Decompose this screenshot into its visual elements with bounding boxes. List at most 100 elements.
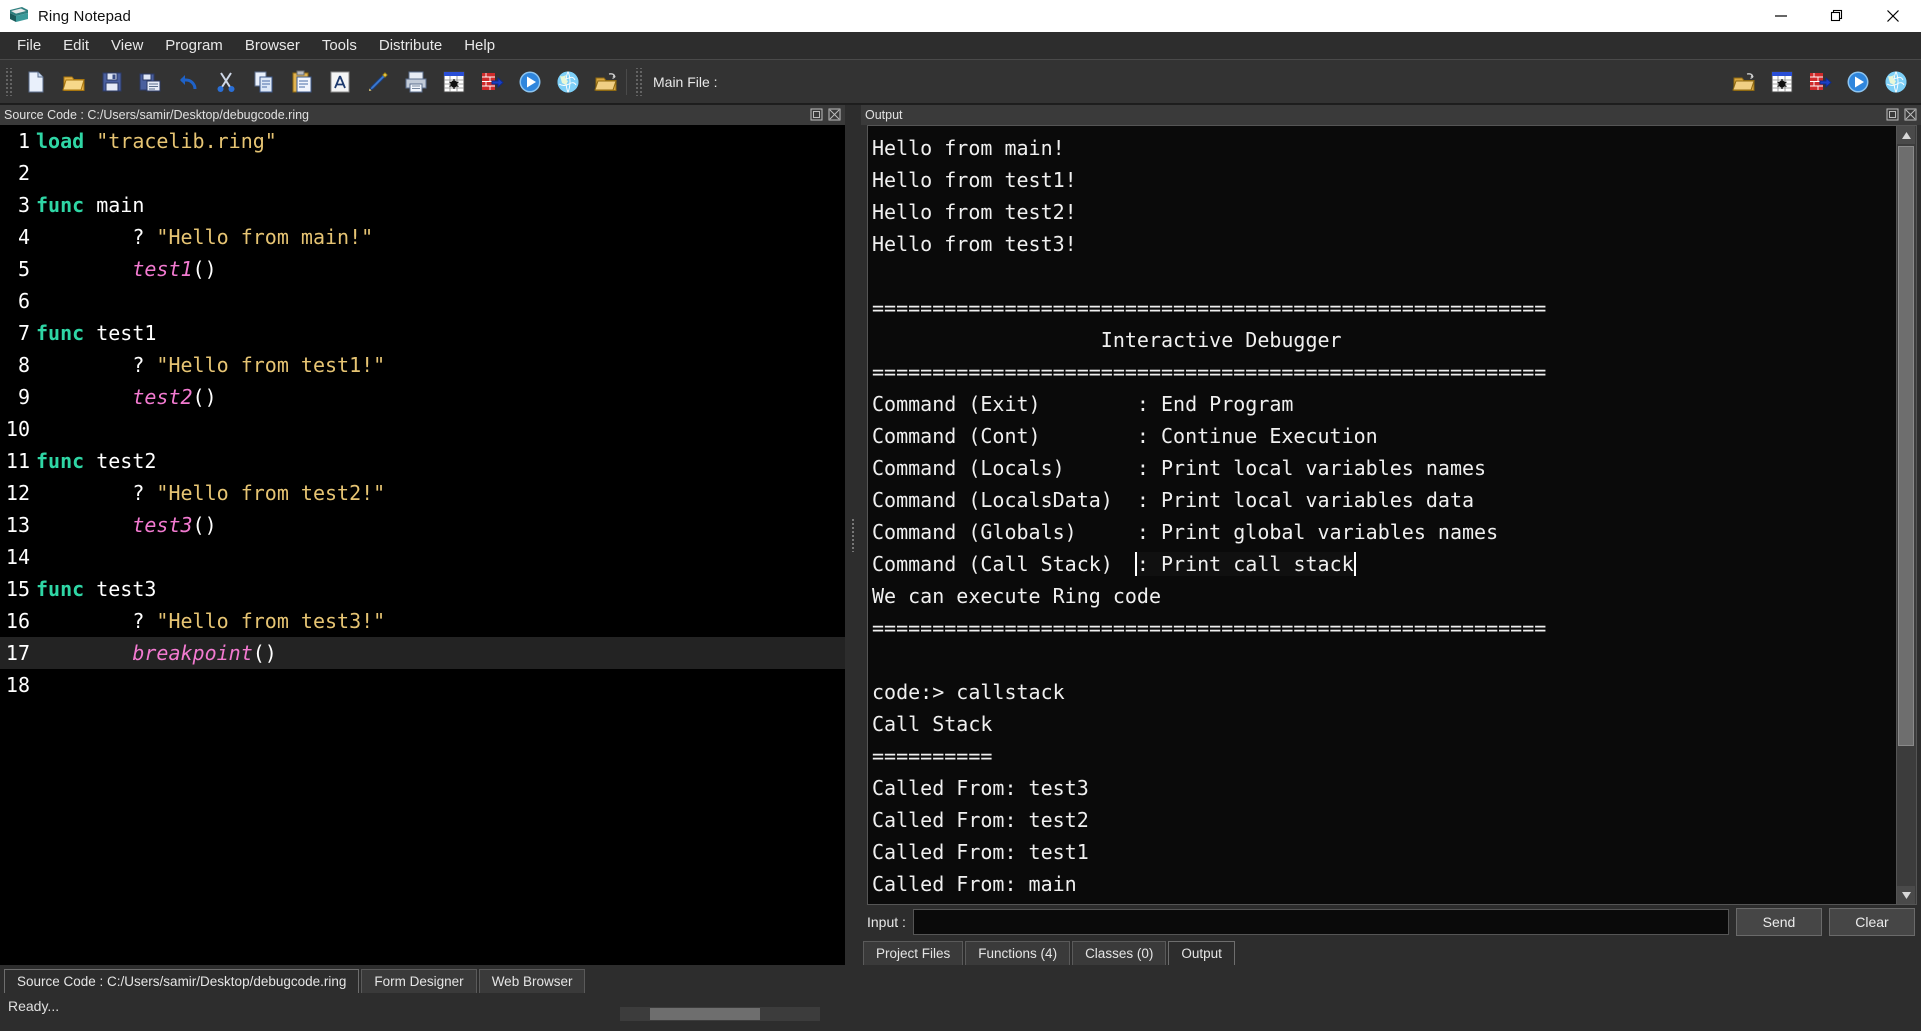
- tab-output[interactable]: Output: [1168, 941, 1235, 965]
- debug-table-icon[interactable]: [435, 63, 473, 101]
- step-into-icon[interactable]: [1801, 63, 1839, 101]
- print-icon[interactable]: [397, 63, 435, 101]
- tab-project-files[interactable]: Project Files: [863, 941, 963, 965]
- close-icon[interactable]: [827, 107, 842, 122]
- open-project-icon[interactable]: [587, 63, 625, 101]
- line-number: 5: [0, 257, 36, 281]
- menu-file[interactable]: File: [6, 33, 52, 59]
- code-line[interactable]: 16 ? "Hello from test3!": [0, 605, 845, 637]
- font-icon[interactable]: [321, 63, 359, 101]
- document-tabbar: Source Code : C:/Users/samir/Desktop/deb…: [0, 965, 1921, 993]
- code-line[interactable]: 14: [0, 541, 845, 573]
- output-line: Hello from main!: [872, 132, 1896, 164]
- undo-icon[interactable]: [169, 63, 207, 101]
- code-editor[interactable]: 1load "tracelib.ring"23func main4 ? "Hel…: [0, 125, 845, 965]
- code-line[interactable]: 10: [0, 413, 845, 445]
- open-folder-icon[interactable]: [55, 63, 93, 101]
- tab-classes-0[interactable]: Classes (0): [1072, 941, 1166, 965]
- menu-browser[interactable]: Browser: [234, 33, 311, 59]
- output-console[interactable]: Hello from main!Hello from test1!Hello f…: [867, 125, 1897, 905]
- code-line-text: test2(): [36, 385, 217, 409]
- scroll-down-icon[interactable]: [1897, 886, 1915, 904]
- float-icon[interactable]: [809, 107, 824, 122]
- open-project-icon[interactable]: [1725, 63, 1763, 101]
- code-line-text: func test1: [36, 321, 156, 345]
- minimize-icon[interactable]: [1753, 0, 1809, 32]
- code-line[interactable]: 13 test3(): [0, 509, 845, 541]
- menu-tools[interactable]: Tools: [311, 33, 368, 59]
- toolbar-grip[interactable]: [4, 68, 14, 96]
- web-globe-icon[interactable]: [549, 63, 587, 101]
- code-line-text: test1(): [36, 257, 217, 281]
- tab-functions-4[interactable]: Functions (4): [965, 941, 1070, 965]
- code-line-text: ? "Hello from test1!": [36, 353, 385, 377]
- scroll-up-icon[interactable]: [1897, 126, 1915, 144]
- line-number: 15: [0, 577, 36, 601]
- paste-icon[interactable]: [283, 63, 321, 101]
- doc-tab-source-code-c-users-samir-desktop-debugcode-ring[interactable]: Source Code : C:/Users/samir/Desktop/deb…: [4, 969, 359, 993]
- run-icon[interactable]: [511, 63, 549, 101]
- window-titlebar[interactable]: Ring Notepad: [0, 0, 1921, 32]
- code-line[interactable]: 5 test1(): [0, 253, 845, 285]
- cut-scissors-icon[interactable]: [207, 63, 245, 101]
- close-icon[interactable]: [1865, 0, 1921, 32]
- copy-icon[interactable]: [245, 63, 283, 101]
- output-panel-buttons: [1885, 107, 1918, 122]
- code-line[interactable]: 3func main: [0, 189, 845, 221]
- code-line[interactable]: 6: [0, 285, 845, 317]
- output-line: We can execute Ring code: [872, 580, 1896, 612]
- doc-tab-form-designer[interactable]: Form Designer: [361, 969, 476, 993]
- output-line: Call Stack: [872, 708, 1896, 740]
- code-line[interactable]: 15func test3: [0, 573, 845, 605]
- input-field[interactable]: [913, 909, 1729, 935]
- save-as-icon[interactable]: [131, 63, 169, 101]
- menu-distribute[interactable]: Distribute: [368, 33, 453, 59]
- debug-table-icon[interactable]: [1763, 63, 1801, 101]
- float-icon[interactable]: [1885, 107, 1900, 122]
- restore-icon[interactable]: [1809, 0, 1865, 32]
- source-panel-header[interactable]: Source Code : C:/Users/samir/Desktop/deb…: [0, 105, 845, 125]
- code-line[interactable]: 8 ? "Hello from test1!": [0, 349, 845, 381]
- output-scrollbar[interactable]: [1897, 125, 1917, 905]
- output-line: Called From: test1: [872, 836, 1896, 868]
- line-number: 4: [0, 225, 36, 249]
- web-globe-icon[interactable]: [1877, 63, 1915, 101]
- code-line[interactable]: 7func test1: [0, 317, 845, 349]
- menu-program[interactable]: Program: [154, 33, 234, 59]
- output-tabbar: Project FilesFunctions (4)Classes (0)Out…: [861, 939, 1921, 965]
- work-area: Source Code : C:/Users/samir/Desktop/deb…: [0, 105, 1921, 965]
- code-line-text: test3(): [36, 513, 217, 537]
- highlight-pen-icon[interactable]: [359, 63, 397, 101]
- code-line[interactable]: 12 ? "Hello from test2!": [0, 477, 845, 509]
- send-button[interactable]: Send: [1736, 908, 1822, 936]
- code-line[interactable]: 1load "tracelib.ring": [0, 125, 845, 157]
- code-line[interactable]: 4 ? "Hello from main!": [0, 221, 845, 253]
- code-line[interactable]: 9 test2(): [0, 381, 845, 413]
- scrollbar-thumb[interactable]: [1898, 146, 1914, 746]
- menu-edit[interactable]: Edit: [52, 33, 100, 59]
- code-line[interactable]: 18: [0, 669, 845, 701]
- doc-tab-web-browser[interactable]: Web Browser: [479, 969, 586, 993]
- line-number: 17: [0, 641, 36, 665]
- code-line[interactable]: 11func test2: [0, 445, 845, 477]
- new-file-icon[interactable]: [17, 63, 55, 101]
- code-line[interactable]: 2: [0, 157, 845, 189]
- close-icon[interactable]: [1903, 107, 1918, 122]
- run-icon[interactable]: [1839, 63, 1877, 101]
- clear-button[interactable]: Clear: [1829, 908, 1915, 936]
- code-line[interactable]: 17 breakpoint(): [0, 637, 845, 669]
- output-line: ========================================…: [872, 356, 1896, 388]
- toolbar-grip-2[interactable]: [634, 68, 644, 96]
- menu-view[interactable]: View: [100, 33, 154, 59]
- pane-splitter[interactable]: [845, 105, 861, 965]
- step-into-icon[interactable]: [473, 63, 511, 101]
- output-line: Called From: main: [872, 868, 1896, 900]
- output-panel-title: Output: [865, 108, 903, 122]
- horizontal-scrollbar[interactable]: [620, 1007, 820, 1021]
- save-icon[interactable]: [93, 63, 131, 101]
- line-number: 10: [0, 417, 36, 441]
- output-line: Command (Call Stack) : Print call stack: [872, 548, 1896, 580]
- output-panel-header[interactable]: Output: [861, 105, 1921, 125]
- menu-help[interactable]: Help: [453, 33, 506, 59]
- line-number: 9: [0, 385, 36, 409]
